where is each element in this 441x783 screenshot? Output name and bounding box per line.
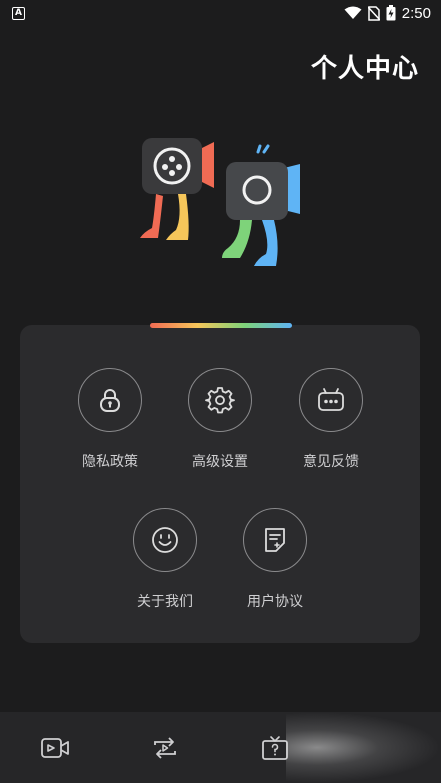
battery-charging-icon (386, 5, 396, 21)
no-sim-icon (367, 5, 380, 21)
video-camera-icon (41, 738, 69, 758)
menu-item-circle[interactable] (133, 508, 197, 572)
nav-convert-button[interactable] (149, 733, 181, 763)
tv-help-icon (262, 736, 288, 760)
menu-item-circle[interactable] (299, 368, 363, 432)
repeat-play-icon (154, 737, 176, 759)
menu-item-label: 关于我们 (137, 594, 193, 610)
menu-item-label: 意见反馈 (303, 454, 359, 470)
menu-item-label: 隐私政策 (82, 454, 138, 470)
feedback-icon (318, 388, 344, 411)
menu-item-about-us[interactable]: 关于我们 (115, 508, 215, 611)
bottom-nav (0, 712, 441, 783)
menu-item-advanced-settings[interactable]: 高级设置 (170, 368, 270, 471)
menu-item-feedback[interactable]: 意见反馈 (281, 368, 381, 471)
menu-item-privacy-policy[interactable]: 隐私政策 (60, 368, 160, 471)
menu-item-circle[interactable] (78, 368, 142, 432)
menu-item-user-agreement[interactable]: 用户协议 (225, 508, 325, 611)
clock: 2:50 (401, 4, 431, 22)
smile-icon (152, 527, 178, 553)
status-bar: A 2:50 (0, 0, 441, 26)
nav-record-button[interactable] (39, 733, 71, 763)
rainbow-accent-bar (150, 323, 292, 328)
page-title: 个人中心 (310, 54, 419, 84)
app-notification-icon: A (12, 6, 25, 20)
wifi-icon (344, 6, 362, 19)
gear-icon (205, 387, 235, 414)
lock-icon (100, 389, 120, 412)
menu-item-label: 用户协议 (247, 594, 303, 610)
agreement-icon (265, 528, 285, 552)
nav-profile-button[interactable] (259, 733, 291, 763)
menu-item-circle[interactable] (188, 368, 252, 432)
menu-item-circle[interactable] (243, 508, 307, 572)
mascot-illustration (140, 138, 300, 266)
menu-item-label: 高级设置 (192, 454, 248, 470)
